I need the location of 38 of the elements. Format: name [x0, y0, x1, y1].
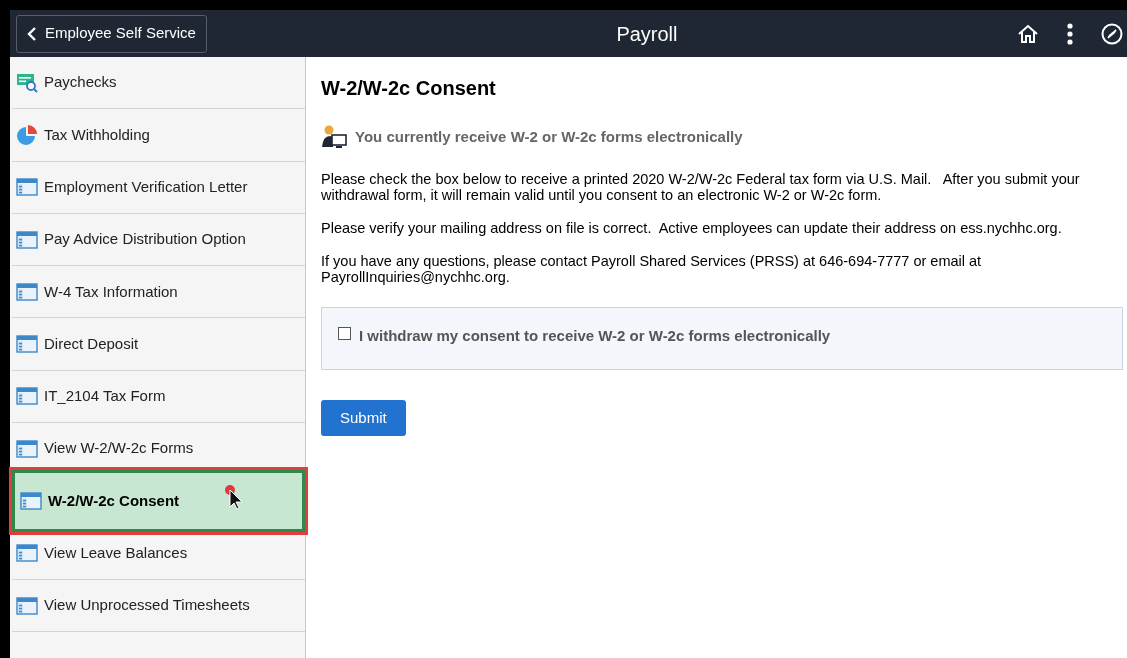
sidebar-item[interactable]: View Unprocessed Timesheets — [12, 579, 305, 632]
page-layout-icon — [16, 387, 38, 406]
more-options-icon[interactable] — [1067, 22, 1073, 45]
sidebar-item[interactable]: View W-2/W-2c Forms — [12, 423, 305, 475]
sidebar-item[interactable]: Employment Verification Letter — [12, 161, 305, 213]
page-layout-icon — [20, 492, 42, 511]
page-layout-icon — [16, 230, 38, 249]
paycheck-search-icon — [16, 72, 38, 93]
mouse-cursor-icon — [223, 483, 245, 510]
info-paragraph: If you have any questions, please contact Payroll Shared Services (PRSS) at 646-694-7777 or email at PayrollInquiries@nychhc.org. — [321, 253, 983, 285]
sidebar-item[interactable]: Paychecks — [12, 57, 305, 109]
pie-chart-icon — [16, 123, 38, 146]
sidebar-item[interactable]: Direct Deposit — [12, 318, 305, 370]
page-layout-icon — [16, 544, 38, 563]
page-layout-icon — [16, 596, 38, 615]
content-title: W-2/W-2c Consent — [321, 76, 497, 101]
submit-button[interactable]: Submit — [321, 400, 406, 436]
page-layout-icon — [16, 335, 38, 354]
back-button[interactable]: Employee Self Service — [16, 14, 207, 53]
checkbox-label: I withdraw my consent to receive W-2 or W-2c forms electronically — [359, 326, 831, 346]
page-layout-icon — [16, 282, 38, 301]
sidebar-item[interactable]: Tax Withholding — [12, 109, 305, 161]
info-paragraph: Please check the box below to receive a printed 2020 W-2/W-2c Federal tax form via U.S. Mail. After you submit your withdrawal form, it will remain valid until you consent to an electronic W-2 or W-2c form. — [321, 171, 1081, 203]
page-layout-icon — [16, 439, 38, 458]
home-icon[interactable] — [1017, 23, 1039, 44]
chevron-left-icon — [27, 25, 37, 42]
sidebar-item[interactable]: W-2/W-2c Consent — [12, 470, 305, 533]
compass-icon[interactable] — [1101, 22, 1123, 45]
checkbox[interactable] — [338, 327, 351, 340]
page-layout-icon — [16, 178, 38, 197]
user-computer-icon — [321, 125, 347, 149]
sidebar-item[interactable]: W-4 Tax Information — [12, 266, 305, 318]
sidebar-item[interactable]: IT_2104 Tax Form — [12, 370, 305, 423]
page-title: Payroll — [615, 21, 678, 47]
sidebar-item[interactable]: Pay Advice Distribution Option — [12, 213, 305, 266]
status-message: You currently receive W-2 or W-2c forms electronically — [355, 126, 743, 147]
sidebar-item[interactable]: View Leave Balances — [12, 527, 305, 579]
info-paragraph: Please verify your mailing address on file is correct. Active employees can update their address on ess.nychhc.org. — [321, 220, 1063, 236]
